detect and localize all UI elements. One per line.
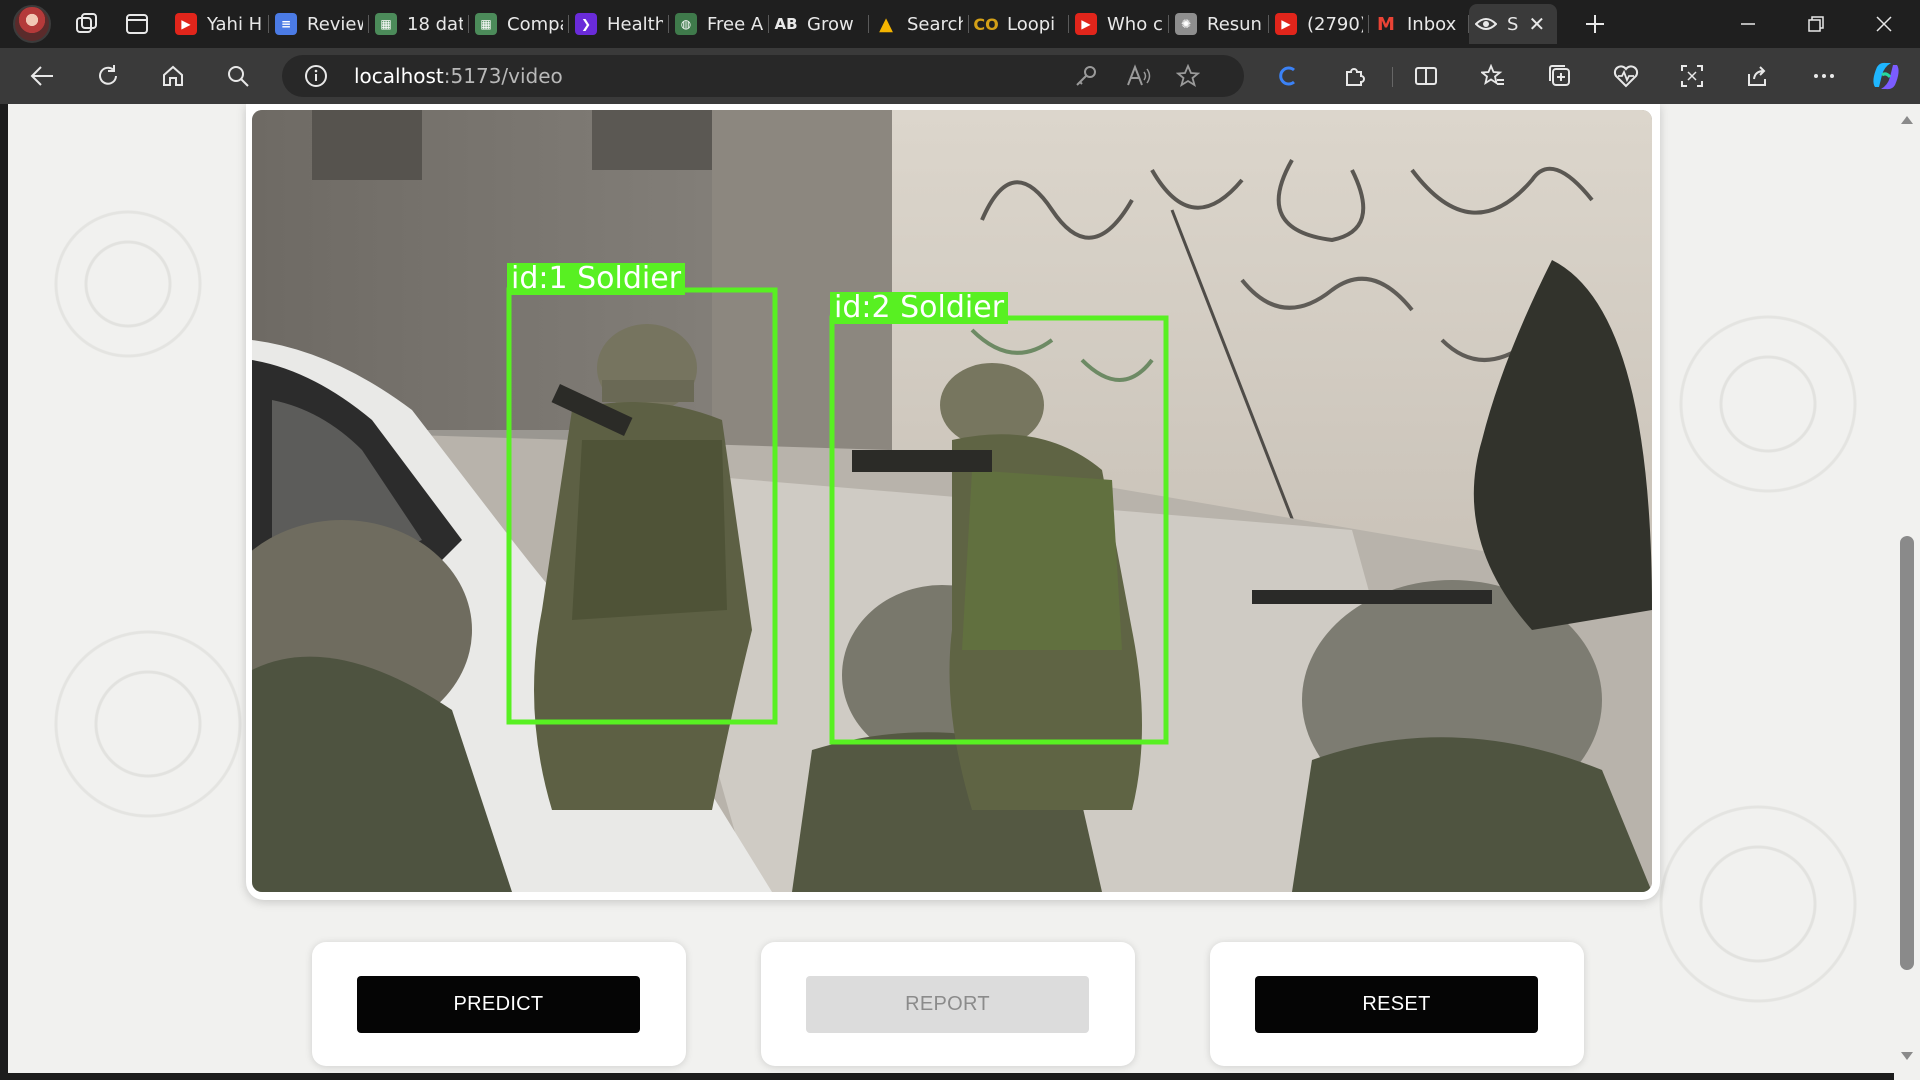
ab-icon: AB <box>774 15 798 33</box>
video-card: id:1 Soldier id:2 Soldier <box>246 104 1660 900</box>
key-icon[interactable] <box>1074 64 1098 92</box>
page-viewport: id:1 Soldier id:2 Soldier PREDICT REPORT… <box>0 104 1920 1080</box>
detection-label-2: id:2 Soldier <box>830 290 1009 325</box>
minimize-icon[interactable] <box>1714 0 1782 48</box>
tab-8[interactable]: CO Loopi <box>969 4 1069 44</box>
arrow-icon: ❯ <box>575 13 597 35</box>
detection-id-2: id:2 <box>834 290 891 325</box>
reset-button[interactable]: RESET <box>1255 976 1538 1033</box>
scroll-up-icon[interactable] <box>1901 116 1913 124</box>
page-background: id:1 Soldier id:2 Soldier PREDICT REPORT… <box>8 104 1894 1073</box>
address-bar[interactable]: localhost:5173/video <box>282 55 1244 97</box>
split-screen-icon[interactable] <box>1406 56 1446 96</box>
browser-toolbar: localhost:5173/video <box>0 48 1920 104</box>
video-frame[interactable]: id:1 Soldier id:2 Soldier <box>252 110 1652 892</box>
co-icon: CO <box>973 14 999 34</box>
scroll-thumb[interactable] <box>1900 536 1914 970</box>
screenshot-icon[interactable] <box>1672 56 1712 96</box>
close-window-icon[interactable] <box>1850 0 1918 48</box>
collections-icon[interactable] <box>1540 56 1580 96</box>
tab-6[interactable]: AB Grow <box>769 4 869 44</box>
page-scrollbar[interactable] <box>1894 104 1920 1080</box>
predict-card: PREDICT <box>312 942 686 1066</box>
reset-card: RESET <box>1210 942 1584 1066</box>
tab-5[interactable]: ◍ Free A <box>669 4 769 44</box>
more-menu-icon[interactable] <box>1804 56 1844 96</box>
tab-10[interactable]: ✺ Resun <box>1169 4 1269 44</box>
tab-11[interactable]: ▶ (2790) <box>1269 4 1369 44</box>
toolbar-divider <box>1392 67 1393 87</box>
extensions-icon[interactable] <box>1335 56 1375 96</box>
tab-4[interactable]: ❯ Health <box>569 4 669 44</box>
youtube-icon: ▶ <box>1075 13 1097 35</box>
favorites-icon[interactable] <box>1473 56 1513 96</box>
back-icon[interactable] <box>22 56 62 96</box>
video-scene <box>252 110 1652 892</box>
globe-icon: ◍ <box>675 13 697 35</box>
extension-c-icon[interactable] <box>1268 56 1308 96</box>
detection-label-1: id:1 Soldier <box>507 261 686 296</box>
site-info-icon[interactable] <box>304 64 328 92</box>
sheet-icon: ▦ <box>475 13 497 35</box>
new-tab-icon[interactable] <box>1575 4 1615 44</box>
tab-1[interactable]: ≡Review <box>269 4 369 44</box>
predict-button[interactable]: PREDICT <box>357 976 640 1033</box>
profile-avatar[interactable] <box>13 5 51 43</box>
tab-9[interactable]: ▶ Who c <box>1069 4 1169 44</box>
scroll-down-icon[interactable] <box>1901 1052 1913 1060</box>
url-host: localhost <box>354 64 444 88</box>
report-button[interactable]: REPORT <box>806 976 1089 1033</box>
tab-7[interactable]: ▲ Search <box>869 4 969 44</box>
copilot-icon[interactable] <box>1866 56 1906 96</box>
refresh-icon[interactable] <box>88 56 128 96</box>
search-icon[interactable] <box>218 56 258 96</box>
chatgpt-icon: ✺ <box>1175 13 1197 35</box>
detection-class-1: Soldier <box>577 261 682 296</box>
drive-icon: ▲ <box>879 13 893 35</box>
tab-active[interactable]: S ✕ <box>1469 4 1557 44</box>
share-icon[interactable] <box>1738 56 1778 96</box>
tab-list: ▶Yahi Hai ≡Review ▦18 data ▦Compa ❯Healt… <box>169 0 1557 48</box>
home-icon[interactable] <box>153 56 193 96</box>
url-text: localhost:5173/video <box>354 64 563 88</box>
tab-actions-icon[interactable] <box>115 2 159 46</box>
youtube-icon: ▶ <box>175 13 197 35</box>
tab-3[interactable]: ▦Compa <box>469 4 569 44</box>
tab-0[interactable]: ▶Yahi Hai <box>169 4 269 44</box>
read-aloud-icon[interactable] <box>1126 64 1152 92</box>
tab-strip: ▶Yahi Hai ≡Review ▦18 data ▦Compa ❯Healt… <box>0 0 1920 48</box>
browser-essentials-icon[interactable] <box>1606 56 1646 96</box>
tab-12[interactable]: M Inbox <box>1369 4 1469 44</box>
restore-icon[interactable] <box>1782 0 1850 48</box>
docs-icon: ≡ <box>275 13 297 35</box>
favorite-star-icon[interactable] <box>1175 63 1201 92</box>
eye-icon <box>1475 13 1497 35</box>
report-card: REPORT <box>761 942 1135 1066</box>
youtube-icon: ▶ <box>1275 13 1297 35</box>
gmail-icon: M <box>1377 13 1395 35</box>
detection-id-1: id:1 <box>511 261 568 296</box>
url-path: :5173/video <box>443 64 563 88</box>
tab-2[interactable]: ▦18 data <box>369 4 469 44</box>
detection-class-2: Soldier <box>900 290 1005 325</box>
sheet-icon: ▦ <box>375 13 397 35</box>
workspaces-icon[interactable] <box>65 2 109 46</box>
close-tab-icon[interactable]: ✕ <box>1528 12 1545 36</box>
